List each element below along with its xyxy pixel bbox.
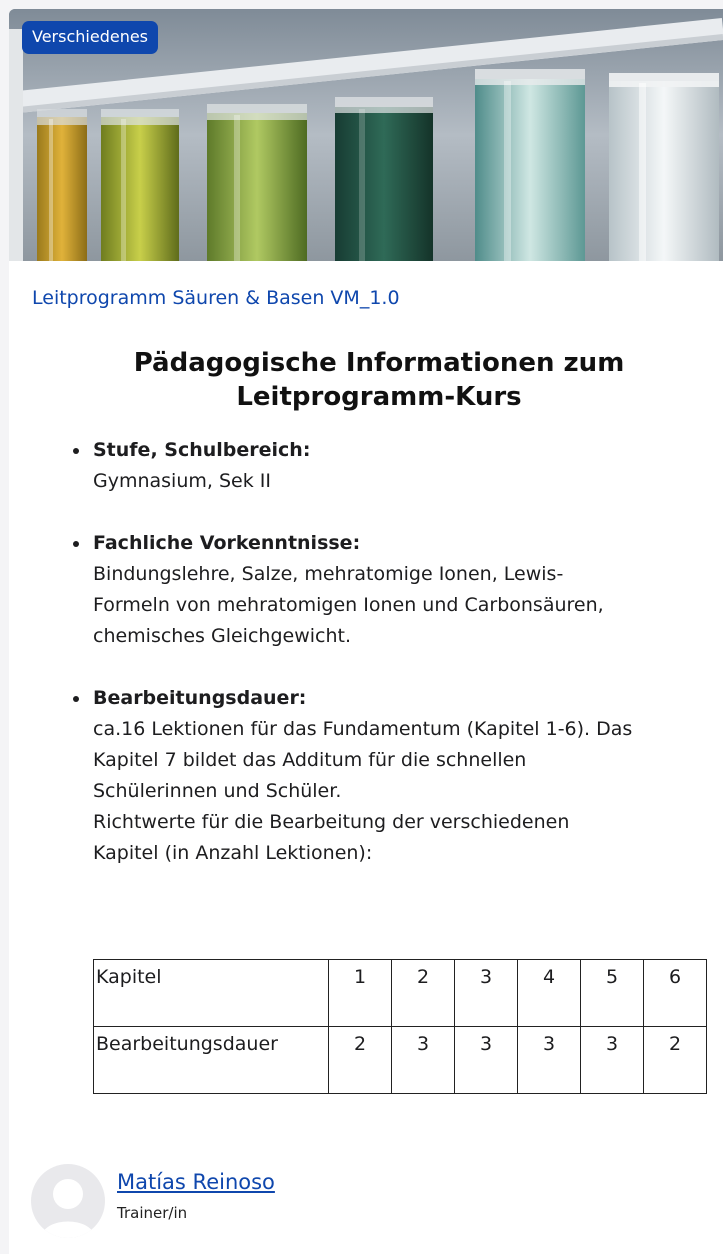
trainer-name-link[interactable]: Matías Reinoso [117, 1170, 275, 1194]
table-row: Bearbeitungsdauer 2 3 3 3 3 2 [93, 1026, 707, 1094]
info-item-label: Fachliche Vorkenntnisse: [93, 532, 361, 554]
category-badge[interactable]: Verschiedenes [22, 21, 159, 54]
summary-heading: Pädagogische Informationen zum Leitprogr… [133, 348, 625, 412]
table-cell: 2 [328, 1026, 392, 1094]
table-cell: 3 [517, 1026, 581, 1094]
lessons-table: Kapitel 1 2 3 4 5 6 Bearbeitungsdauer 2 … [93, 959, 707, 1094]
table-cell: 2 [643, 1026, 707, 1094]
table-row: Kapitel 1 2 3 4 5 6 [93, 959, 707, 1027]
trainer-role: Trainer/in [117, 1204, 188, 1222]
info-item-duration: Bearbeitungsdauer: ca.16 Lektionen für d… [73, 683, 723, 869]
table-cell: 1 [328, 959, 392, 1027]
table-cell: 5 [580, 959, 644, 1027]
info-item-text: Gymnasium, Sek II [93, 470, 271, 492]
info-item-label: Bearbeitungsdauer: [93, 687, 307, 709]
table-cell: 3 [580, 1026, 644, 1094]
course-title-link[interactable]: Leitprogramm Säuren & Basen VM_1.0 [32, 287, 400, 309]
default-user-avatar-icon[interactable] [31, 1164, 105, 1238]
table-cell: 4 [517, 959, 581, 1027]
table-cell: 3 [391, 1026, 455, 1094]
info-item-label: Stufe, Schulbereich: [93, 439, 311, 461]
course-image[interactable]: Verschiedenes [9, 9, 723, 261]
table-cell: 6 [643, 959, 707, 1027]
trainer-info: Matías Reinoso Trainer/in [31, 1164, 631, 1244]
table-row-header: Kapitel [93, 959, 329, 1027]
info-item-text: ca.16 Lektionen für das Fundamentum (Kap… [93, 718, 633, 864]
info-item-prerequisites: Fachliche Vorkenntnisse: Bindungslehre, … [73, 528, 723, 652]
table-cell: 3 [454, 959, 518, 1027]
table-cell: 2 [391, 959, 455, 1027]
info-item-level: Stufe, Schulbereich: Gymnasium, Sek II [73, 435, 723, 497]
info-list: Stufe, Schulbereich: Gymnasium, Sek II F… [73, 435, 723, 900]
table-cell: 3 [454, 1026, 518, 1094]
table-row-header: Bearbeitungsdauer [93, 1026, 329, 1094]
info-item-text: Bindungslehre, Salze, mehratomige Ionen,… [93, 563, 604, 647]
course-card: Verschiedenes Leitprogramm Säuren & Base… [9, 9, 723, 1254]
